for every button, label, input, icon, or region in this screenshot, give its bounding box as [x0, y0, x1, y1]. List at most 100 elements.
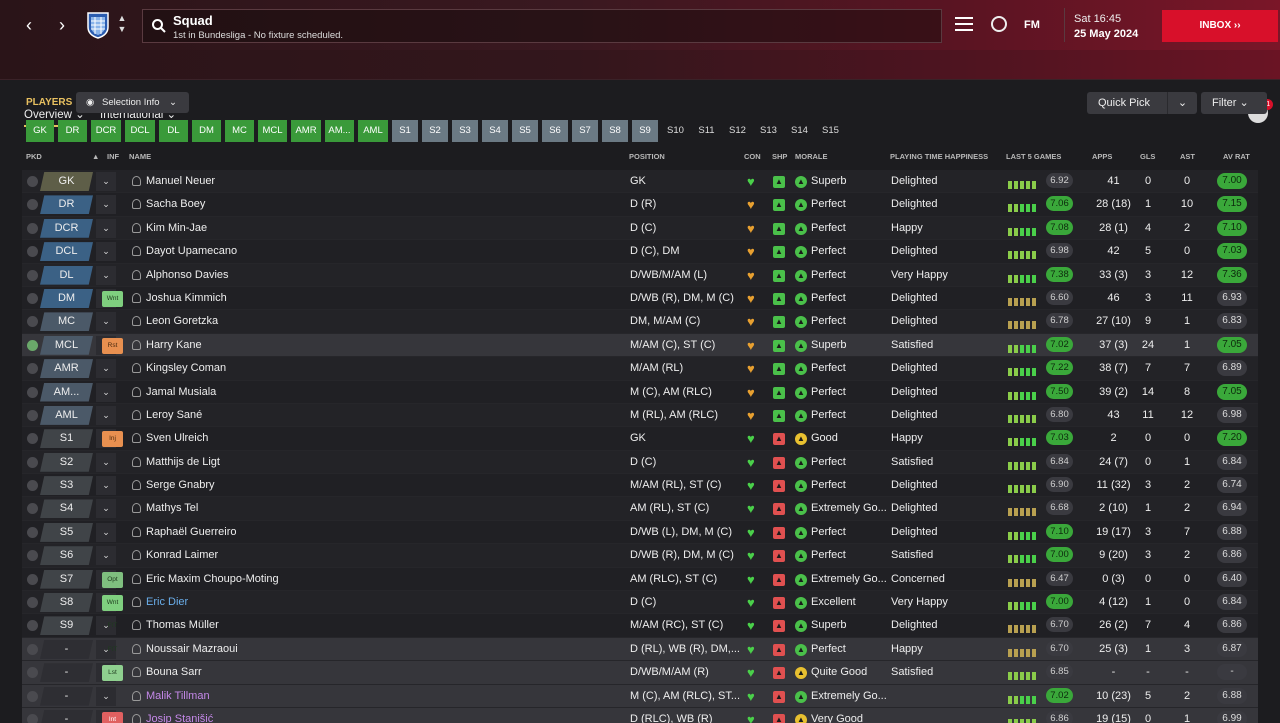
table-row[interactable]: DCR ⌄ Kim Min-Jae D (C) ♥ ▲ ▲ Perfect Happy 7.08 2… [22, 216, 1258, 241]
col-name[interactable]: NAME [129, 152, 151, 161]
position-chip-aml[interactable]: AML [358, 120, 388, 142]
pick-toggle[interactable] [27, 550, 38, 562]
player-name[interactable]: Serge Gnabry [146, 479, 214, 491]
table-row[interactable]: DR ⌄ Sacha Boey D (R) ♥ ▲ ▲ Perfect Delighted 7.0… [22, 193, 1258, 217]
table-row[interactable]: S5 ⌄ Raphaël Guerreiro D/WB (L), DM, M (C) ♥… [22, 520, 1258, 545]
player-name[interactable]: Manuel Neuer [146, 175, 215, 187]
table-row[interactable]: -⌄IntJosip StanišićD (RLC), WB (R)♥▲▲Ver… [22, 707, 1258, 723]
position-chip-s4[interactable]: S4 [482, 120, 508, 142]
chevron-down-icon[interactable]: ⌄ [96, 382, 116, 402]
position-select[interactable]: - [40, 639, 93, 659]
position-chip-mcl[interactable]: MCL [258, 120, 287, 142]
chevron-down-icon[interactable]: ⌄ [96, 195, 116, 215]
table-row[interactable]: AMR ⌄ Kingsley Coman M/AM (RL) ♥ ▲ ▲ Perfect Del… [22, 357, 1258, 381]
pick-toggle[interactable] [27, 526, 38, 538]
table-row[interactable]: - ⌄ FtT Noussair Mazraoui D (RL), WB (R), DM… [22, 637, 1258, 662]
pick-toggle[interactable] [27, 246, 38, 258]
position-chip-s7[interactable]: S7 [572, 120, 598, 142]
quick-pick-button[interactable]: Quick Pick ⌄ [1087, 92, 1197, 114]
player-name[interactable]: Eric Maxim Choupo-Moting [146, 573, 279, 585]
player-name[interactable]: Jamal Musiala [146, 386, 216, 398]
position-select[interactable]: S4 [40, 499, 93, 519]
position-chip-s1[interactable]: S1 [392, 120, 418, 142]
chevron-down-icon[interactable]: ⌄ [96, 499, 116, 519]
pick-toggle[interactable] [27, 292, 38, 304]
table-row[interactable]: MC ⌄ Leon Goretzka DM, M/AM (C) ♥ ▲ ▲ Perfect De… [22, 310, 1258, 334]
pick-toggle[interactable] [27, 620, 38, 632]
position-chip-s15[interactable]: S15 [817, 120, 844, 142]
position-select[interactable]: MC [40, 312, 93, 332]
filter-button[interactable]: Filter ⌄ [1201, 92, 1267, 114]
pick-toggle[interactable] [27, 573, 38, 585]
player-name[interactable]: Leon Goretzka [146, 315, 218, 327]
col-gls[interactable]: GLS [1140, 152, 1155, 161]
selection-info-button[interactable]: ◉ Selection Info ⌄ [76, 92, 189, 113]
pick-toggle[interactable] [27, 713, 38, 723]
position-select[interactable]: DR [40, 195, 93, 215]
position-select[interactable]: - [40, 686, 93, 706]
position-chip-dm[interactable]: DM [192, 120, 221, 142]
position-chip-amr[interactable]: AMR [291, 120, 321, 142]
col-position[interactable]: POSITION [629, 152, 665, 161]
player-name[interactable]: Eric Dier [146, 596, 188, 608]
menu-icon[interactable] [955, 17, 973, 31]
player-name[interactable]: Bouna Sarr [146, 666, 202, 678]
player-name[interactable]: Leroy Sané [146, 409, 202, 421]
pick-toggle[interactable] [27, 456, 38, 468]
date-display[interactable]: Sat 16:45 25 May 2024 [1064, 8, 1154, 42]
position-select[interactable]: AMR [40, 359, 93, 379]
ball-icon[interactable] [991, 16, 1007, 32]
position-chip-s5[interactable]: S5 [512, 120, 538, 142]
position-select[interactable]: S1 [40, 429, 93, 449]
position-chip-mc[interactable]: MC [225, 120, 254, 142]
col-shp[interactable]: SHP [772, 152, 787, 161]
table-row[interactable]: -⌄LstBouna SarrD/WB/M/AM (R)♥▲▲Quite Goo… [22, 661, 1258, 685]
table-row[interactable]: AML ⌄ Leroy Sané M (RL), AM (RLC) ♥ ▲ ▲ Perfect… [22, 403, 1258, 428]
position-select[interactable]: AM... [40, 382, 93, 402]
search-bar[interactable]: Squad 1st in Bundesliga - No fixture sch… [142, 9, 942, 43]
position-select[interactable]: S3 [40, 476, 93, 496]
pick-toggle[interactable] [27, 433, 38, 445]
chevron-down-icon[interactable]: ⌄ [96, 452, 116, 472]
position-select[interactable]: S9 [40, 616, 93, 636]
pick-toggle[interactable] [27, 409, 38, 421]
table-row[interactable]: S1⌄InjSven UlreichGK♥▲▲GoodHappy7.032007… [22, 427, 1258, 451]
pick-toggle[interactable] [27, 176, 38, 187]
club-switch-arrows-icon[interactable]: ▲ ▼ [116, 13, 128, 35]
fm-logo[interactable]: FM [1024, 19, 1040, 31]
position-chip-dr[interactable]: DR [58, 120, 87, 142]
position-select[interactable]: S6 [40, 546, 93, 566]
player-name[interactable]: Mathys Tel [146, 502, 198, 514]
chevron-down-icon[interactable]: ⌄ [96, 405, 116, 425]
table-row[interactable]: S8⌄WntEric DierD (C)♥▲▲ExcellentVery Hap… [22, 591, 1258, 615]
player-name[interactable]: Konrad Laimer [146, 549, 218, 561]
player-name[interactable]: Kingsley Coman [146, 362, 226, 374]
position-chip-s3[interactable]: S3 [452, 120, 478, 142]
pick-toggle[interactable] [27, 690, 38, 702]
player-name[interactable]: Joshua Kimmich [146, 292, 227, 304]
position-chip-dcl[interactable]: DCL [125, 120, 155, 142]
position-select[interactable]: S2 [40, 452, 93, 472]
pick-toggle[interactable] [27, 386, 38, 398]
pick-toggle[interactable] [27, 667, 38, 679]
player-name[interactable]: Matthijs de Ligt [146, 456, 220, 468]
col-pkd[interactable]: PKD [26, 152, 42, 161]
sort-asc-icon[interactable]: ▲ [92, 152, 99, 161]
chevron-down-icon[interactable]: ⌄ [96, 172, 116, 191]
col-morale[interactable]: MORALE [795, 152, 828, 161]
chevron-down-icon[interactable]: ⌄ [1167, 92, 1197, 114]
chevron-down-icon[interactable]: ⌄ [96, 686, 116, 706]
pick-toggle[interactable] [27, 316, 38, 328]
player-name[interactable]: Thomas Müller [146, 619, 219, 631]
table-row[interactable]: S9 ⌄ FtT Thomas Müller M/AM (RC), ST (C) ♥ ▲ ▲ S… [22, 614, 1258, 638]
col-playing-time-happiness[interactable]: PLAYING TIME HAPPINESS [890, 152, 988, 161]
chevron-down-icon[interactable]: ⌄ [96, 312, 116, 332]
pick-toggle[interactable] [27, 597, 38, 609]
table-row[interactable]: S6 ⌄ Konrad Laimer D/WB (R), DM, M (C) ♥ ▲ ▲ Pe… [22, 544, 1258, 568]
position-select[interactable]: AML [40, 405, 93, 425]
inbox-button[interactable]: INBOX ›› [1162, 10, 1278, 42]
table-row[interactable]: DM⌄WntJoshua KimmichD/WB (R), DM, M (C)♥… [22, 286, 1258, 311]
position-chip-s6[interactable]: S6 [542, 120, 568, 142]
player-name[interactable]: Raphaël Guerreiro [146, 526, 237, 538]
chevron-down-icon[interactable]: ⌄ [96, 265, 116, 285]
